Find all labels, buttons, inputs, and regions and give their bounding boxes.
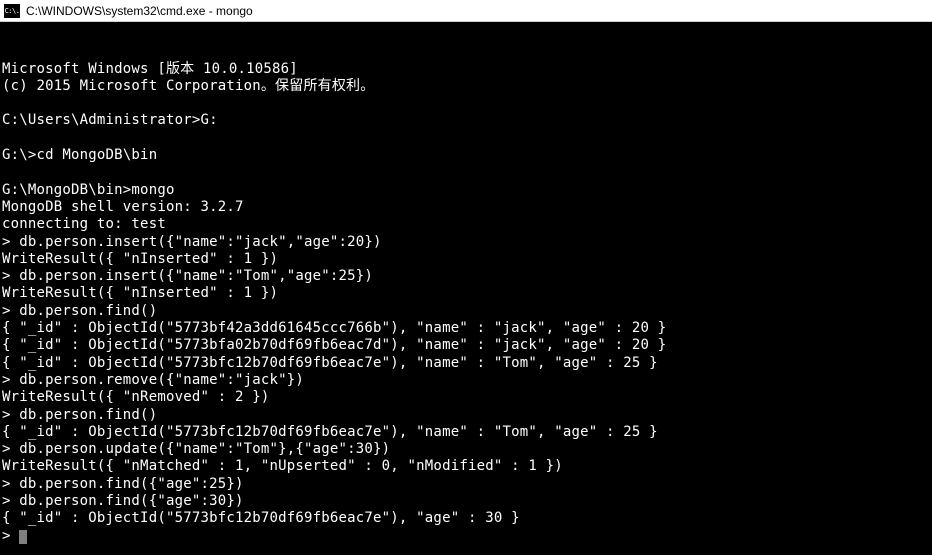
terminal-line <box>2 130 930 147</box>
terminal-line: { "_id" : ObjectId("5773bf42a3dd61645ccc… <box>2 320 930 337</box>
terminal-line: > <box>2 528 930 545</box>
terminal-line: G:\>cd MongoDB\bin <box>2 147 930 164</box>
terminal-line: Microsoft Windows [版本 10.0.10586] <box>2 61 930 78</box>
titlebar[interactable]: C:\. C:\WINDOWS\system32\cmd.exe - mongo <box>0 0 932 22</box>
terminal-line: { "_id" : ObjectId("5773bfc12b70df69fb6e… <box>2 510 930 527</box>
terminal-line: (c) 2015 Microsoft Corporation。保留所有权利。 <box>2 78 930 95</box>
terminal-line: > db.person.insert({"name":"jack","age":… <box>2 234 930 251</box>
terminal-line: > db.person.update({"name":"Tom"},{"age"… <box>2 441 930 458</box>
terminal-line: { "_id" : ObjectId("5773bfc12b70df69fb6e… <box>2 424 930 441</box>
terminal-line: WriteResult({ "nInserted" : 1 }) <box>2 251 930 268</box>
terminal-line: connecting to: test <box>2 216 930 233</box>
window-title: C:\WINDOWS\system32\cmd.exe - mongo <box>26 4 253 18</box>
terminal-line: WriteResult({ "nInserted" : 1 }) <box>2 285 930 302</box>
terminal-line: > db.person.find({"age":25}) <box>2 476 930 493</box>
terminal-line: G:\MongoDB\bin>mongo <box>2 182 930 199</box>
terminal-line: { "_id" : ObjectId("5773bfc12b70df69fb6e… <box>2 355 930 372</box>
terminal-output[interactable]: Microsoft Windows [版本 10.0.10586](c) 201… <box>0 22 932 555</box>
terminal-line: > db.person.remove({"name":"jack"}) <box>2 372 930 389</box>
cmd-icon: C:\. <box>4 4 20 18</box>
terminal-line: MongoDB shell version: 3.2.7 <box>2 199 930 216</box>
terminal-line: > db.person.find({"age":30}) <box>2 493 930 510</box>
terminal-line: WriteResult({ "nRemoved" : 2 }) <box>2 389 930 406</box>
terminal-line: > db.person.find() <box>2 407 930 424</box>
terminal-line: > db.person.find() <box>2 303 930 320</box>
cursor <box>19 530 27 544</box>
terminal-line <box>2 164 930 181</box>
terminal-line: { "_id" : ObjectId("5773bfa02b70df69fb6e… <box>2 337 930 354</box>
terminal-line <box>2 95 930 112</box>
terminal-line: C:\Users\Administrator>G: <box>2 112 930 129</box>
terminal-line: WriteResult({ "nMatched" : 1, "nUpserted… <box>2 458 930 475</box>
cmd-window: C:\. C:\WINDOWS\system32\cmd.exe - mongo… <box>0 0 932 555</box>
terminal-line: > db.person.insert({"name":"Tom","age":2… <box>2 268 930 285</box>
